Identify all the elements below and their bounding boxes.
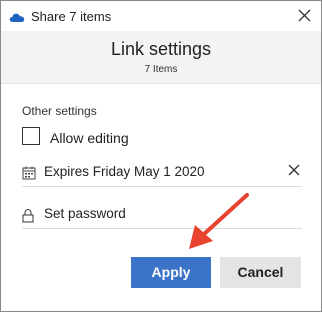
dialog-header: Link settings 7 Items <box>1 31 321 84</box>
annotation-arrow-icon <box>181 191 251 261</box>
lock-icon <box>22 208 34 228</box>
page-title: Link settings <box>110 39 212 59</box>
expiration-date-text: Expires Friday May 1 2020 <box>44 164 205 179</box>
other-settings-label: Other settings <box>22 104 97 118</box>
set-password-field[interactable]: Set password <box>22 200 302 229</box>
calendar-icon <box>22 166 36 185</box>
apply-button[interactable]: Apply <box>131 257 211 288</box>
onedrive-cloud-icon <box>9 10 25 28</box>
title-bar: Share 7 items <box>1 1 321 32</box>
expiration-date-field[interactable]: Expires Friday May 1 2020 <box>22 158 302 187</box>
item-count: 7 Items <box>144 64 178 75</box>
cancel-button[interactable]: Cancel <box>220 257 301 288</box>
share-dialog: Share 7 items Link settings 7 Items Othe… <box>0 0 322 312</box>
window-title: Share 7 items <box>31 9 112 24</box>
set-password-text: Set password <box>44 206 126 221</box>
close-icon[interactable] <box>298 9 311 27</box>
allow-editing-label[interactable]: Allow editing <box>50 130 129 146</box>
allow-editing-checkbox[interactable] <box>22 127 40 145</box>
clear-expiration-icon[interactable] <box>288 163 300 181</box>
